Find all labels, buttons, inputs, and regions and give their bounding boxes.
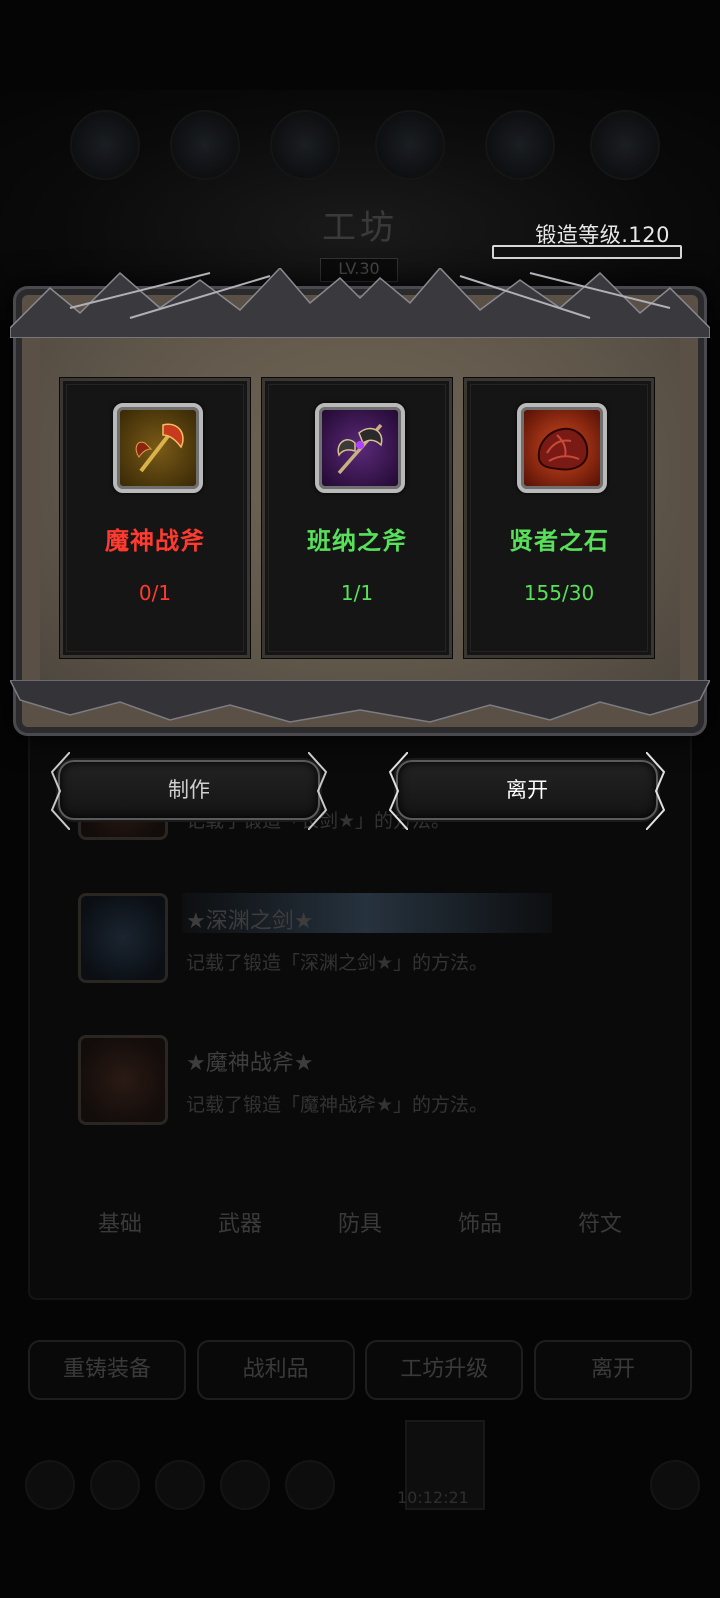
medallion-icon — [70, 110, 140, 180]
material-count: 1/1 — [340, 581, 374, 605]
stone-icon — [517, 403, 607, 493]
craft-button[interactable]: 制作 — [50, 752, 328, 830]
menu-icon[interactable] — [90, 1460, 140, 1510]
medallion-icon — [270, 110, 340, 180]
clock-text: 10:12:21 — [397, 1488, 469, 1507]
craft-button-label: 制作 — [168, 778, 210, 802]
tab-weapons[interactable]: 武器 — [180, 1185, 300, 1265]
material-name: 魔神战斧 — [105, 527, 205, 555]
material-slot-1[interactable]: 魔神战斧 0/1 — [59, 377, 251, 659]
button-ornament — [646, 752, 666, 830]
tab-armor[interactable]: 防具 — [300, 1185, 420, 1265]
menu-icon[interactable] — [220, 1460, 270, 1510]
list-item-title: ★深渊之剑★ — [186, 909, 314, 934]
loot-button[interactable]: 战利品 — [196, 1340, 355, 1400]
button-ornament — [388, 752, 408, 830]
button-ornament — [50, 752, 70, 830]
footer-bar — [0, 1420, 720, 1540]
medallion-icon — [485, 110, 555, 180]
axe-icon — [78, 1035, 168, 1125]
material-name: 贤者之石 — [509, 527, 609, 555]
upgrade-workshop-button[interactable]: 工坊升级 — [365, 1340, 524, 1400]
leave-button[interactable]: 离开 — [388, 752, 666, 830]
axe-icon — [113, 403, 203, 493]
forge-level-progress-bar — [492, 245, 682, 259]
sword-icon — [78, 893, 168, 983]
reforge-button[interactable]: 重铸装备 — [28, 1340, 186, 1400]
button-ornament — [308, 752, 328, 830]
menu-icon[interactable] — [650, 1460, 700, 1510]
exit-button[interactable]: 离开 — [533, 1340, 692, 1400]
menu-icon[interactable] — [25, 1460, 75, 1510]
tab-basic[interactable]: 基础 — [60, 1185, 180, 1265]
material-name: 班纳之斧 — [307, 527, 407, 555]
menu-icon[interactable] — [155, 1460, 205, 1510]
halberd-icon — [315, 403, 405, 493]
medallion-icon — [590, 110, 660, 180]
list-item-title: ★魔神战斧★ — [186, 1051, 314, 1076]
category-tabs: 基础 武器 防具 饰品 符文 — [60, 1185, 660, 1265]
material-count: 155/30 — [523, 581, 595, 605]
frame-ornament-top — [10, 268, 710, 338]
tab-runes[interactable]: 符文 — [540, 1185, 660, 1265]
material-slot-2[interactable]: 班纳之斧 1/1 — [261, 377, 453, 659]
material-count: 0/1 — [138, 581, 172, 605]
list-item-desc: 记载了锻造「深渊之剑★」的方法。 — [186, 952, 489, 974]
medallion-icon — [375, 110, 445, 180]
list-item[interactable]: ★魔神战斧★ 记载了锻造「魔神战斧★」的方法。 — [78, 1035, 648, 1135]
bottom-action-bar: 重铸装备 战利品 工坊升级 离开 — [28, 1340, 692, 1400]
list-item[interactable]: ★深渊之剑★ 记载了锻造「深渊之剑★」的方法。 — [78, 893, 648, 993]
menu-icon[interactable] — [285, 1460, 335, 1510]
medallion-icon — [170, 110, 240, 180]
frame-ornament-bottom — [10, 680, 710, 723]
list-item-desc: 记载了锻造「魔神战斧★」的方法。 — [186, 1094, 489, 1116]
material-slot-3[interactable]: 贤者之石 155/30 — [463, 377, 655, 659]
leave-button-label: 离开 — [506, 778, 548, 802]
tab-accessories[interactable]: 饰品 — [420, 1185, 540, 1265]
